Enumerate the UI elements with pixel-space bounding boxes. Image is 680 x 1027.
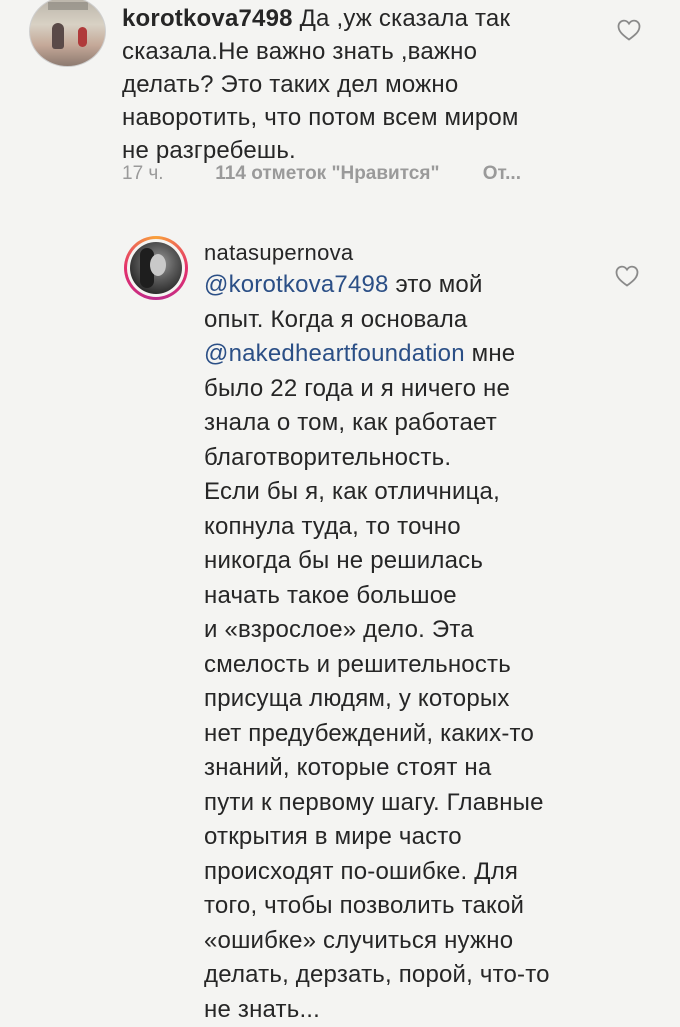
avatar-natasupernova-story-ring[interactable] — [124, 236, 188, 300]
comment-text-line: @korotkova7498 это мой — [204, 268, 604, 303]
comment-text-line: знаний, которые стоят на — [204, 751, 604, 786]
comment-text-line: открытия в мире часто — [204, 820, 604, 855]
reply-button[interactable]: От... — [483, 163, 521, 184]
avatar-photo-face — [150, 254, 166, 276]
comment-likes-count[interactable]: 114 отметок "Нравится" — [215, 163, 439, 185]
comment-text-line: делать? Это таких дел можно — [122, 71, 458, 98]
mention-link[interactable]: @korotkova7498 — [204, 271, 389, 298]
comment-text-fragment: это мой — [389, 271, 483, 298]
comment-korotkova: korotkova7498 Да ,уж сказала так сказала… — [0, 0, 680, 200]
comment-time: 17 ч. — [122, 163, 210, 185]
comment-text-line: опыт. Когда я основала — [204, 303, 604, 338]
avatar-korotkova[interactable] — [29, 0, 106, 67]
reply-body: @korotkova7498 это мой опыт. Когда я осн… — [204, 268, 604, 1027]
comment-text-line: Да ,уж сказала так — [300, 5, 511, 32]
comment-text-line: и «взрослое» дело. Эта — [204, 613, 604, 648]
comment-text-line: копнула туда, то точно — [204, 510, 604, 545]
comment-text-line: смелость и решительность — [204, 648, 604, 683]
comment-text-line: «ошибке» случиться нужно — [204, 924, 604, 959]
comment-text-line: @nakedheartfoundation мне — [204, 337, 604, 372]
comment-text-line: не разгребешь. — [122, 137, 296, 164]
comment-text-line: никогда бы не решилась — [204, 544, 604, 579]
avatar-photo-sign — [48, 2, 88, 10]
comment-text-line: пути к первому шагу. Главные — [204, 786, 604, 821]
comment-text-line: присуща людям, у которых — [204, 682, 604, 717]
avatar-photo-figure — [52, 23, 64, 49]
comment-username[interactable]: natasupernova — [204, 240, 353, 266]
heart-outline-icon[interactable] — [617, 19, 641, 41]
comment-text-line: сказала.Не важно знать ,важно — [122, 38, 477, 65]
heart-outline-icon[interactable] — [615, 265, 639, 287]
comment-username[interactable]: korotkova7498 — [122, 5, 293, 32]
comment-text-line: делать, дерзать, порой, что-то — [204, 958, 604, 993]
comment-text-line: не знать... — [204, 993, 604, 1027]
avatar-ring-gap — [127, 239, 185, 297]
comment-text-line: того, чтобы позволить такой — [204, 889, 604, 924]
comment-text-line: было 22 года и я ничего не — [204, 372, 604, 407]
comment-meta: 17 ч. 114 отметок "Нравится" От... — [122, 163, 521, 185]
comment-text-line: начать такое большое — [204, 579, 604, 614]
comment-text-line: благотворительность. — [204, 441, 604, 476]
comment-text-fragment: мне — [465, 340, 516, 367]
comment-text-line: нет предубеждений, каких-то — [204, 717, 604, 752]
mention-link[interactable]: @nakedheartfoundation — [204, 340, 465, 367]
avatar-photo-figure — [78, 27, 87, 47]
comment-text-line: наворотить, что потом всем миром — [122, 104, 519, 131]
avatar-natasupernova — [130, 242, 182, 294]
comment-body: korotkova7498 Да ,уж сказала так сказала… — [122, 2, 597, 167]
comment-text-line: происходят по-ошибке. Для — [204, 855, 604, 890]
comment-text-line: знала о том, как работает — [204, 406, 604, 441]
comment-text-line: Если бы я, как отличница, — [204, 475, 604, 510]
